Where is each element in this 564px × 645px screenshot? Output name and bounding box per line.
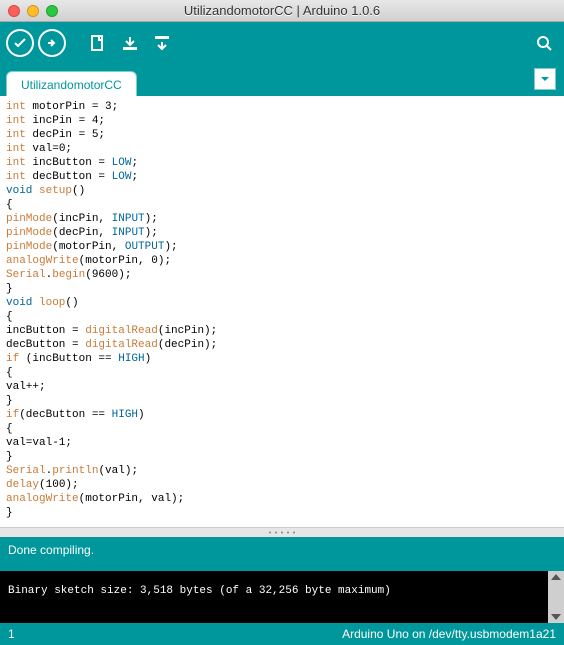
- code-token: void: [6, 297, 32, 309]
- code-token: int: [6, 171, 26, 183]
- code-token: delay: [6, 479, 39, 491]
- code-token: loop: [32, 297, 65, 309]
- code-token: (100);: [39, 479, 79, 491]
- code-token: digitalRead: [85, 325, 158, 337]
- code-token: }: [6, 395, 13, 407]
- serial-monitor-button[interactable]: [530, 29, 558, 57]
- code-token: ): [145, 353, 152, 365]
- code-token: pinMode: [6, 213, 52, 225]
- main-toolbar: [0, 22, 564, 64]
- code-token: digitalRead: [85, 339, 158, 351]
- code-token: INPUT: [112, 227, 145, 239]
- code-token: (motorPin, val);: [79, 493, 185, 505]
- code-token: if: [6, 409, 19, 421]
- console-output: Binary sketch size: 3,518 bytes (of a 32…: [8, 585, 391, 597]
- code-token: (): [65, 297, 78, 309]
- code-token: ;: [131, 157, 138, 169]
- code-token: ): [138, 409, 145, 421]
- code-token: analogWrite: [6, 493, 79, 505]
- code-token: void: [6, 185, 32, 197]
- code-token: decButton =: [26, 171, 112, 183]
- code-token: Serial: [6, 269, 46, 281]
- code-token: }: [6, 507, 13, 519]
- code-token: }: [6, 451, 13, 463]
- status-message: Done compiling.: [8, 543, 94, 557]
- code-token: setup: [32, 185, 72, 197]
- code-token: incButton =: [26, 157, 112, 169]
- console-scrollbar[interactable]: [548, 571, 564, 623]
- code-token: {: [6, 423, 13, 435]
- code-token: HIGH: [112, 409, 138, 421]
- code-token: begin: [52, 269, 85, 281]
- tab-row: UtilizandomotorCC: [0, 64, 564, 96]
- code-token: motorPin = 3;: [26, 101, 118, 113]
- code-token: analogWrite: [6, 255, 79, 267]
- code-token: (9600);: [85, 269, 131, 281]
- code-token: );: [145, 213, 158, 225]
- footer-bar: 1 Arduino Uno on /dev/tty.usbmodem1a21: [0, 623, 564, 645]
- code-token: (decPin,: [52, 227, 111, 239]
- code-token: int: [6, 115, 26, 127]
- code-token: incButton =: [6, 325, 85, 337]
- code-token: (decButton ==: [19, 409, 111, 421]
- code-token: (motorPin,: [52, 241, 125, 253]
- code-token: int: [6, 101, 26, 113]
- code-token: decButton =: [6, 339, 85, 351]
- code-token: (incButton ==: [19, 353, 118, 365]
- code-token: (): [72, 185, 85, 197]
- code-token: int: [6, 157, 26, 169]
- window-titlebar: UtilizandomotorCC | Arduino 1.0.6: [0, 0, 564, 22]
- code-token: LOW: [112, 171, 132, 183]
- code-token: (val);: [98, 465, 138, 477]
- code-token: (decPin);: [158, 339, 217, 351]
- code-token: int: [6, 129, 26, 141]
- code-token: {: [6, 311, 13, 323]
- scroll-up-icon[interactable]: [551, 574, 561, 580]
- save-button[interactable]: [148, 29, 176, 57]
- code-token: );: [145, 227, 158, 239]
- code-token: Serial: [6, 465, 46, 477]
- code-token: );: [164, 241, 177, 253]
- code-editor[interactable]: int motorPin = 3; int incPin = 4; int de…: [0, 96, 564, 527]
- code-token: (incPin,: [52, 213, 111, 225]
- window-title: UtilizandomotorCC | Arduino 1.0.6: [0, 3, 564, 18]
- code-token: if: [6, 353, 19, 365]
- new-button[interactable]: [84, 29, 112, 57]
- open-button[interactable]: [116, 29, 144, 57]
- code-token: (incPin);: [158, 325, 217, 337]
- code-token: val=0;: [26, 143, 72, 155]
- code-token: HIGH: [118, 353, 144, 365]
- code-token: INPUT: [112, 213, 145, 225]
- code-token: val++;: [6, 381, 46, 393]
- code-token: int: [6, 143, 26, 155]
- pane-resize-grip[interactable]: [0, 527, 564, 537]
- code-token: println: [52, 465, 98, 477]
- line-number: 1: [8, 627, 15, 641]
- upload-button[interactable]: [38, 29, 66, 57]
- code-token: {: [6, 367, 13, 379]
- scroll-down-icon[interactable]: [551, 614, 561, 620]
- sketch-tab[interactable]: UtilizandomotorCC: [6, 71, 137, 96]
- code-token: ;: [131, 171, 138, 183]
- board-port-label: Arduino Uno on /dev/tty.usbmodem1a21: [342, 627, 556, 641]
- verify-button[interactable]: [6, 29, 34, 57]
- code-token: pinMode: [6, 241, 52, 253]
- tab-menu-button[interactable]: [534, 68, 556, 90]
- code-token: LOW: [112, 157, 132, 169]
- code-token: decPin = 5;: [26, 129, 105, 141]
- code-token: {: [6, 199, 13, 211]
- code-token: incPin = 4;: [26, 115, 105, 127]
- status-bar: Done compiling.: [0, 537, 564, 571]
- compile-console: Binary sketch size: 3,518 bytes (of a 32…: [0, 571, 564, 623]
- code-token: pinMode: [6, 227, 52, 239]
- code-token: val=val-1;: [6, 437, 72, 449]
- code-token: (motorPin, 0);: [79, 255, 171, 267]
- code-token: }: [6, 283, 13, 295]
- code-token: OUTPUT: [125, 241, 165, 253]
